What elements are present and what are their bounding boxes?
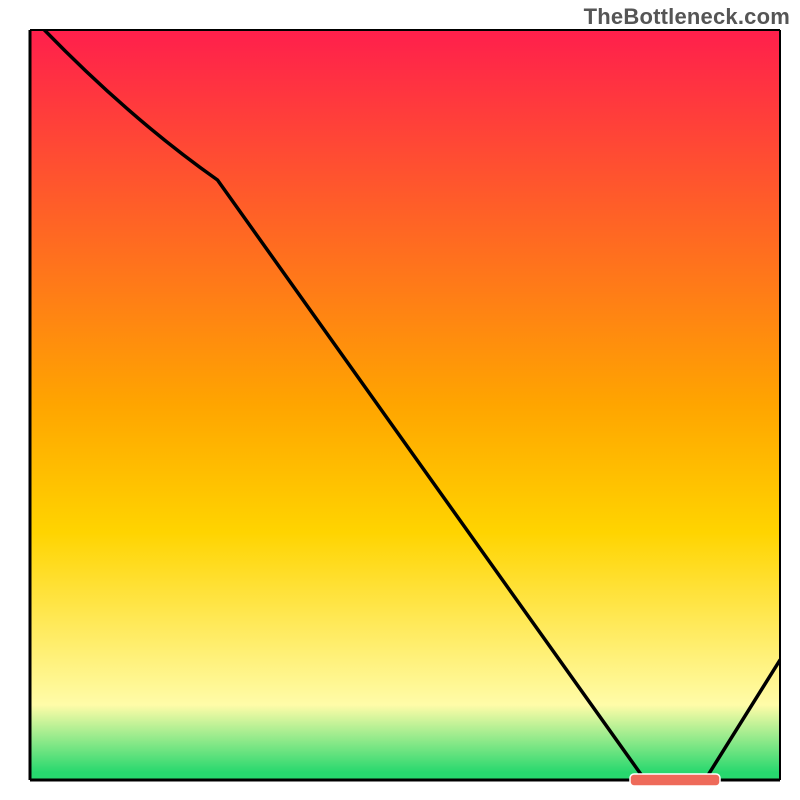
gradient-background [30, 30, 780, 780]
chart-svg [0, 0, 800, 800]
sweet-spot-marker [630, 774, 720, 786]
chart-container: TheBottleneck.com [0, 0, 800, 800]
